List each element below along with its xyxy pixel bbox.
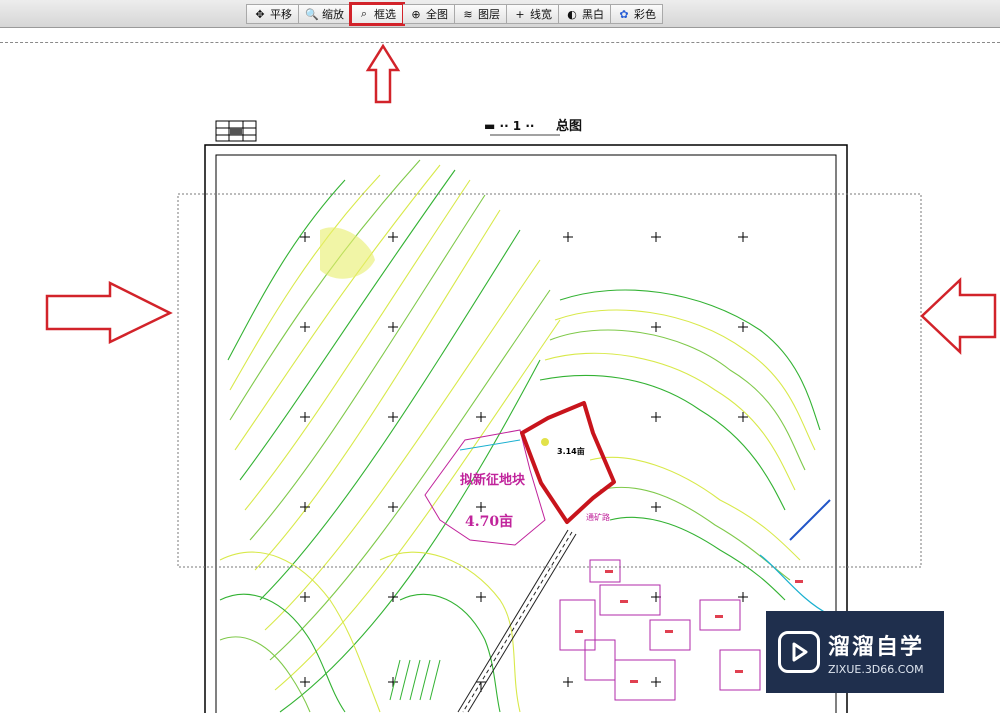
left-arrow-icon [920, 277, 997, 355]
line-width-icon: + [515, 7, 525, 21]
svg-text:▬ ·· 1 ··: ▬ ·· 1 ·· [484, 119, 534, 133]
toolbar: ✥ 平移 🔍 缩放 ⌕ 框选 ⊕ 全图 ≋ 图层 + 线宽 ◐ 黑白 ✿ 彩色 [0, 0, 1000, 28]
watermark-url: ZIXUE.3D66.COM [828, 662, 924, 676]
layers-button[interactable]: ≋ 图层 [455, 4, 507, 24]
black-white-icon: ◐ [567, 7, 577, 21]
full-view-label: 全图 [426, 8, 448, 21]
right-arrow-icon [45, 280, 173, 344]
color-icon: ✿ [619, 7, 629, 21]
toolbar-button-group: ✥ 平移 🔍 缩放 ⌕ 框选 ⊕ 全图 ≋ 图层 + 线宽 ◐ 黑白 ✿ 彩色 [246, 2, 663, 26]
proposed-parcel-area: 4.70亩 [465, 513, 513, 530]
grid-crosses [300, 232, 748, 692]
zoom-icon: 🔍 [305, 7, 319, 21]
proposed-parcel-label: 拟新征地块 [460, 472, 526, 488]
pan-label: 平移 [270, 8, 292, 21]
highland-patch [320, 227, 375, 279]
black-white-button[interactable]: ◐ 黑白 [559, 4, 611, 24]
selection-window[interactable] [177, 193, 922, 568]
watermark-brand: 溜溜自学 [828, 634, 925, 660]
hatched-slope [389, 659, 441, 701]
color-label: 彩色 [634, 8, 656, 21]
black-white-label: 黑白 [582, 8, 604, 21]
highlighted-parcel-area: 3.14亩 [557, 446, 585, 456]
annotation-arrows [45, 43, 997, 355]
color-button[interactable]: ✿ 彩色 [611, 4, 663, 24]
highlighted-parcel [520, 401, 616, 524]
line-width-button[interactable]: + 线宽 [507, 4, 559, 24]
title-block: ▬ ·· 1 ·· 总图 [215, 118, 582, 142]
zoom-label: 缩放 [322, 8, 344, 21]
drawing-title: 总图 [556, 118, 582, 134]
line-width-label: 线宽 [530, 8, 552, 21]
road [457, 529, 577, 713]
box-select-icon: ⌕ [360, 7, 368, 20]
pan-button[interactable]: ✥ 平移 [246, 4, 299, 24]
road-label: 通矿路 [586, 512, 610, 522]
full-view-icon: ⊕ [411, 7, 421, 21]
zoom-button[interactable]: 🔍 缩放 [299, 4, 351, 24]
pan-icon: ✥ [255, 7, 265, 21]
up-arrow-icon [365, 43, 401, 104]
play-logo-icon [778, 631, 820, 673]
layers-icon: ≋ [463, 7, 473, 21]
watermark-text: 溜溜自学 ZIXUE.3D66.COM [828, 629, 924, 676]
building-blocks [559, 559, 761, 701]
box-select-button[interactable]: ⌕ 框选 [349, 2, 405, 26]
watermark: 溜溜自学 ZIXUE.3D66.COM [766, 611, 944, 693]
layers-label: 图层 [478, 8, 500, 21]
contour-lines [219, 159, 821, 713]
full-view-button[interactable]: ⊕ 全图 [403, 4, 455, 24]
box-select-label: 框选 [374, 8, 396, 21]
